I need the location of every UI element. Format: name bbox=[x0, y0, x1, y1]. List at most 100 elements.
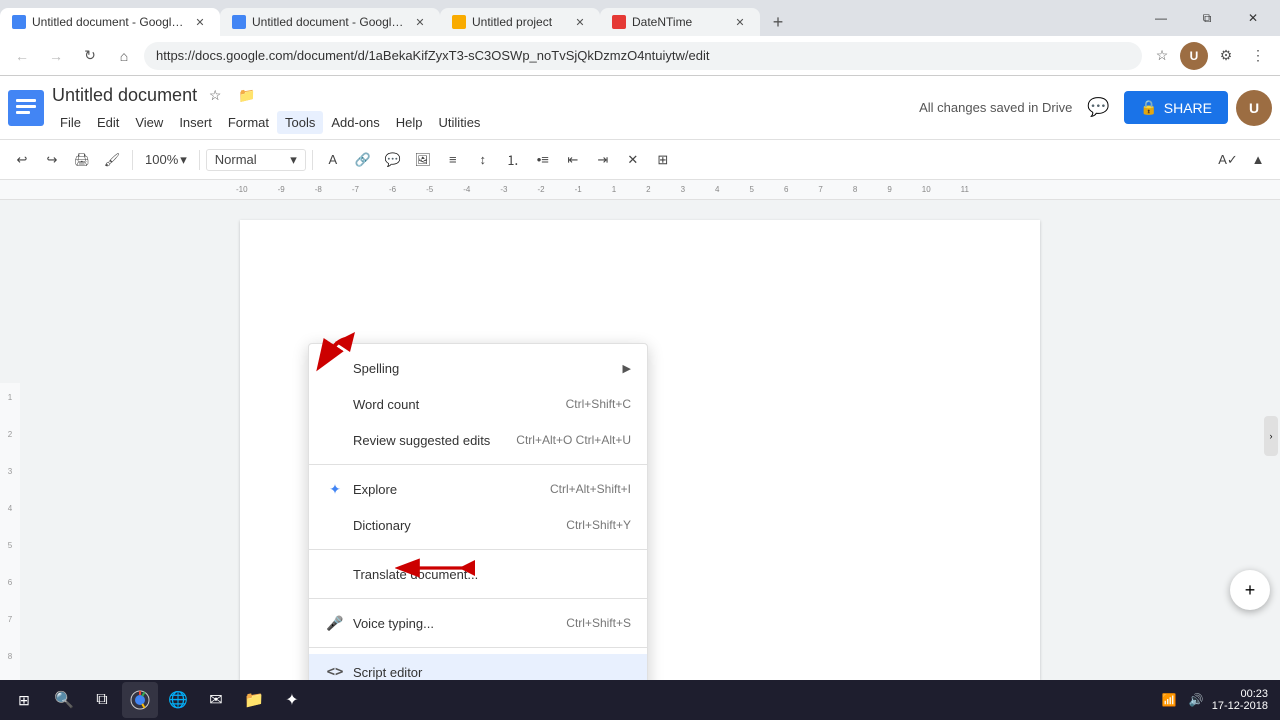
sidebar-collapse-button[interactable]: › bbox=[1264, 416, 1278, 456]
taskbar-chrome[interactable] bbox=[122, 682, 158, 718]
clear-format-button[interactable]: ✕ bbox=[619, 146, 647, 174]
review-edits-label: Review suggested edits bbox=[353, 433, 508, 448]
user-avatar[interactable]: U bbox=[1236, 90, 1272, 126]
taskbar-mail[interactable]: ✉ bbox=[198, 682, 234, 718]
saved-status: All changes saved in Drive bbox=[919, 100, 1072, 115]
home-button[interactable]: ⌂ bbox=[110, 42, 138, 70]
image-button[interactable]: 🖼 bbox=[409, 146, 437, 174]
close-button[interactable]: ✕ bbox=[1230, 0, 1276, 36]
url-input[interactable] bbox=[144, 42, 1142, 70]
menu-format[interactable]: Format bbox=[220, 111, 277, 134]
word-count-icon bbox=[325, 394, 345, 414]
indent-decrease-button[interactable]: ⇤ bbox=[559, 146, 587, 174]
menu-dictionary[interactable]: Dictionary Ctrl+Shift+Y bbox=[309, 507, 647, 543]
zoom-chevron-icon: ▾ bbox=[180, 152, 187, 168]
menu-utilities[interactable]: Utilities bbox=[431, 111, 489, 134]
taskbar-extra[interactable]: ✦ bbox=[274, 682, 310, 718]
address-bar: ← → ↻ ⌂ ☆ U ⚙ ⋮ bbox=[0, 36, 1280, 76]
doc-title[interactable]: Untitled document bbox=[52, 85, 197, 106]
menu-explore[interactable]: ✦ Explore Ctrl+Alt+Shift+I bbox=[309, 471, 647, 507]
highlight-button[interactable]: A bbox=[319, 146, 347, 174]
extensions-button[interactable]: ⚙ bbox=[1212, 42, 1240, 70]
profile-button[interactable]: U bbox=[1180, 42, 1208, 70]
taskbar-clock: 00:23 17-12-2018 bbox=[1212, 688, 1268, 712]
menu-review-edits[interactable]: Review suggested edits Ctrl+Alt+O Ctrl+A… bbox=[309, 422, 647, 458]
tab-1[interactable]: Untitled document - Google Doc... ✕ bbox=[0, 8, 220, 36]
menu-voice-typing[interactable]: 🎤 Voice typing... Ctrl+Shift+S bbox=[309, 605, 647, 641]
explore-label: Explore bbox=[353, 482, 542, 497]
start-button[interactable]: ⊞ bbox=[4, 682, 44, 718]
menu-script-editor[interactable]: <> Script editor bbox=[309, 654, 647, 680]
profile-avatar: U bbox=[1180, 42, 1208, 70]
tab-4[interactable]: DateNTime ✕ bbox=[600, 8, 760, 36]
reload-button[interactable]: ↻ bbox=[76, 42, 104, 70]
share-button[interactable]: 🔒 SHARE bbox=[1124, 91, 1228, 124]
tab-close-4[interactable]: ✕ bbox=[732, 14, 748, 30]
translate-label: Translate document... bbox=[353, 567, 631, 582]
menu-insert[interactable]: Insert bbox=[171, 111, 220, 134]
doc-menu: File Edit View Insert Format Tools Add-o… bbox=[52, 111, 488, 134]
bookmark-button[interactable]: ☆ bbox=[1148, 42, 1176, 70]
review-edits-icon bbox=[325, 430, 345, 450]
tab-favicon-3 bbox=[452, 15, 466, 29]
taskbar-task-view[interactable]: ⧉ bbox=[84, 682, 120, 718]
taskbar-edge[interactable]: 🌐 bbox=[160, 682, 196, 718]
menu-divider-3 bbox=[309, 598, 647, 599]
line-spacing-button[interactable]: ↕ bbox=[469, 146, 497, 174]
zoom-value: 100% bbox=[145, 152, 178, 167]
align-button[interactable]: ≡ bbox=[439, 146, 467, 174]
dictionary-label: Dictionary bbox=[353, 518, 558, 533]
menu-edit[interactable]: Edit bbox=[89, 111, 127, 134]
menu-addons[interactable]: Add-ons bbox=[323, 111, 387, 134]
word-count-shortcut: Ctrl+Shift+C bbox=[566, 397, 631, 411]
forward-button[interactable]: → bbox=[42, 42, 70, 70]
star-icon[interactable]: ☆ bbox=[201, 81, 229, 109]
print-button[interactable]: 🖨 bbox=[68, 146, 96, 174]
spelling-button[interactable]: A✓ bbox=[1214, 146, 1242, 174]
menu-file[interactable]: File bbox=[52, 111, 89, 134]
folder-icon[interactable]: 📁 bbox=[233, 81, 261, 109]
content-area: 12345 6789 + › Spelling ▶ Word count Ctr… bbox=[0, 200, 1280, 680]
tools-menu: Spelling ▶ Word count Ctrl+Shift+C Revie… bbox=[308, 343, 648, 680]
comments-button[interactable]: 💬 bbox=[1080, 90, 1116, 126]
table-button[interactable]: ⊞ bbox=[649, 146, 677, 174]
taskbar-search[interactable]: 🔍 bbox=[46, 682, 82, 718]
menu-divider-4 bbox=[309, 647, 647, 648]
minimize-button[interactable]: — bbox=[1138, 0, 1184, 36]
style-selector[interactable]: Normal ▾ bbox=[206, 149, 306, 171]
back-button[interactable]: ← bbox=[8, 42, 36, 70]
comment-inline-button[interactable]: 💬 bbox=[379, 146, 407, 174]
explore-fab-button[interactable]: + bbox=[1230, 570, 1270, 610]
menu-view[interactable]: View bbox=[127, 111, 171, 134]
link-button[interactable]: 🔗 bbox=[349, 146, 377, 174]
bullet-list-button[interactable]: •≡ bbox=[529, 146, 557, 174]
doc-title-area: Untitled document ☆ 📁 File Edit View Ins… bbox=[52, 81, 488, 134]
zoom-selector[interactable]: 100% ▾ bbox=[139, 150, 193, 170]
new-tab-button[interactable]: + bbox=[764, 8, 792, 36]
voice-typing-shortcut: Ctrl+Shift+S bbox=[566, 616, 631, 630]
lock-icon: 🔒 bbox=[1140, 99, 1157, 116]
menu-word-count[interactable]: Word count Ctrl+Shift+C bbox=[309, 386, 647, 422]
indent-increase-button[interactable]: ⇥ bbox=[589, 146, 617, 174]
tab-2[interactable]: Untitled document - Google Doc... ✕ bbox=[220, 8, 440, 36]
undo-button[interactable]: ↩ bbox=[8, 146, 36, 174]
tab-close-2[interactable]: ✕ bbox=[412, 14, 428, 30]
taskbar-folder[interactable]: 📁 bbox=[236, 682, 272, 718]
toolbar-divider-3 bbox=[312, 150, 313, 170]
tab-close-3[interactable]: ✕ bbox=[572, 14, 588, 30]
menu-spelling[interactable]: Spelling ▶ bbox=[309, 350, 647, 386]
maximize-button[interactable]: ⧉ bbox=[1184, 0, 1230, 36]
paint-format-button[interactable]: 🖌 bbox=[98, 146, 126, 174]
numbered-list-button[interactable]: ⒈ bbox=[499, 146, 527, 174]
tab-3[interactable]: Untitled project ✕ bbox=[440, 8, 600, 36]
redo-button[interactable]: ↪ bbox=[38, 146, 66, 174]
explore-toolbar-button[interactable]: ▲ bbox=[1244, 146, 1272, 174]
menu-tools[interactable]: Tools bbox=[277, 111, 323, 134]
explore-fab[interactable]: + bbox=[1230, 570, 1270, 610]
tab-close-1[interactable]: ✕ bbox=[192, 14, 208, 30]
menu-translate[interactable]: Translate document... bbox=[309, 556, 647, 592]
menu-help[interactable]: Help bbox=[388, 111, 431, 134]
menu-dots-button[interactable]: ⋮ bbox=[1244, 42, 1272, 70]
gdocs-logo bbox=[8, 90, 44, 126]
tab-label-4: DateNTime bbox=[632, 15, 726, 29]
